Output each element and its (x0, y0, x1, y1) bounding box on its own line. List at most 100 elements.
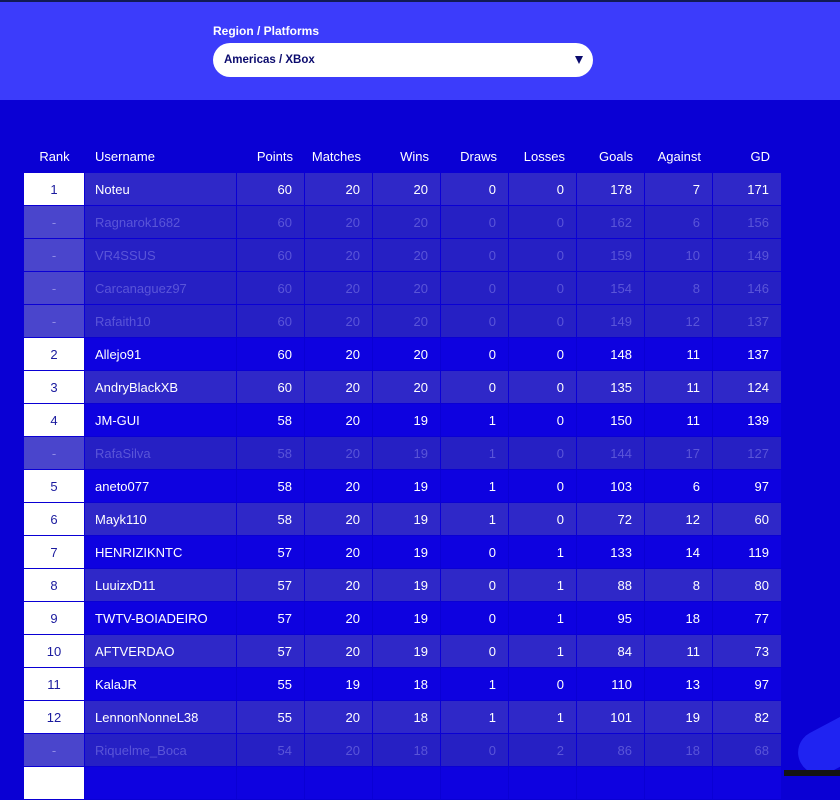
table-row[interactable]: 12 LennonNonneL38 55 20 18 1 1 101 19 82 (24, 701, 782, 734)
cell-wins: 19 (373, 536, 441, 569)
cell-rank: - (24, 734, 85, 767)
cell-rank: 3 (24, 371, 85, 404)
cell-losses: 0 (509, 470, 577, 503)
cell-username: Noteu (85, 173, 237, 206)
cell-draws: 0 (441, 272, 509, 305)
cell-wins (373, 767, 441, 800)
cell-draws: 0 (441, 173, 509, 206)
cell-losses: 1 (509, 701, 577, 734)
table-row[interactable]: - Carcanaguez97 60 20 20 0 0 154 8 146 (24, 272, 782, 305)
cell-points: 58 (237, 437, 305, 470)
cell-against: 13 (645, 668, 713, 701)
table-row[interactable]: 5 aneto077 58 20 19 1 0 103 6 97 (24, 470, 782, 503)
table-row[interactable]: 6 Mayk110 58 20 19 1 0 72 12 60 (24, 503, 782, 536)
table-row[interactable]: 7 HENRIZIKNTC 57 20 19 0 1 133 14 119 (24, 536, 782, 569)
cell-username (85, 767, 237, 800)
cell-wins: 19 (373, 569, 441, 602)
cell-wins: 19 (373, 404, 441, 437)
cell-gd: 68 (713, 734, 782, 767)
cell-matches: 20 (305, 404, 373, 437)
cell-gd: 156 (713, 206, 782, 239)
cell-wins: 20 (373, 305, 441, 338)
cell-losses: 0 (509, 503, 577, 536)
cell-goals: 148 (577, 338, 645, 371)
cell-username: AFTVERDAO (85, 635, 237, 668)
table-row[interactable]: 10 AFTVERDAO 57 20 19 0 1 84 11 73 (24, 635, 782, 668)
cell-points: 54 (237, 734, 305, 767)
cell-username: TWTV-BOIADEIRO (85, 602, 237, 635)
cell-losses: 0 (509, 371, 577, 404)
cell-username: Riquelme_Boca (85, 734, 237, 767)
column-header-goals: Goals (599, 149, 633, 164)
cell-username: aneto077 (85, 470, 237, 503)
cell-draws: 1 (441, 668, 509, 701)
region-platform-label: Region / Platforms (213, 24, 320, 38)
cell-gd: 73 (713, 635, 782, 668)
cell-points: 60 (237, 272, 305, 305)
table-row[interactable]: - Rafaith10 60 20 20 0 0 149 12 137 (24, 305, 782, 338)
cell-wins: 19 (373, 602, 441, 635)
column-header-points: Points (256, 149, 293, 164)
cell-username: Mayk110 (85, 503, 237, 536)
table-row[interactable]: 2 Allejo91 60 20 20 0 0 148 11 137 (24, 338, 782, 371)
cell-against: 11 (645, 404, 713, 437)
cell-rank: 2 (24, 338, 85, 371)
cell-rank: 1 (24, 173, 85, 206)
table-header-row: Rank Username Points Matches Wins Draws … (24, 141, 782, 173)
cell-against: 11 (645, 635, 713, 668)
table-row[interactable]: - Ragnarok1682 60 20 20 0 0 162 6 156 (24, 206, 782, 239)
cell-matches: 20 (305, 371, 373, 404)
cell-wins: 19 (373, 437, 441, 470)
table-row[interactable]: 1 Noteu 60 20 20 0 0 178 7 171 (24, 173, 782, 206)
cell-losses: 0 (509, 338, 577, 371)
cell-draws: 1 (441, 701, 509, 734)
cell-draws: 0 (441, 338, 509, 371)
cell-goals: 162 (577, 206, 645, 239)
leaderboard-table: Rank Username Points Matches Wins Draws … (24, 141, 782, 800)
cell-draws: 0 (441, 635, 509, 668)
cell-draws: 0 (441, 602, 509, 635)
cell-gd: 146 (713, 272, 782, 305)
cell-against: 18 (645, 602, 713, 635)
table-row[interactable] (24, 767, 782, 800)
cell-goals: 86 (577, 734, 645, 767)
cell-points: 60 (237, 173, 305, 206)
cell-matches: 20 (305, 569, 373, 602)
cell-against: 6 (645, 206, 713, 239)
column-header-username: Username (95, 149, 155, 164)
cell-points: 57 (237, 635, 305, 668)
cell-draws: 0 (441, 569, 509, 602)
table-row[interactable]: 8 LuuizxD11 57 20 19 0 1 88 8 80 (24, 569, 782, 602)
cell-goals: 149 (577, 305, 645, 338)
table-row[interactable]: 9 TWTV-BOIADEIRO 57 20 19 0 1 95 18 77 (24, 602, 782, 635)
cell-username: VR4SSUS (85, 239, 237, 272)
cell-goals: 95 (577, 602, 645, 635)
table-row[interactable]: 11 KalaJR 55 19 18 1 0 110 13 97 (24, 668, 782, 701)
cell-gd: 80 (713, 569, 782, 602)
cell-wins: 20 (373, 371, 441, 404)
cell-losses: 0 (509, 668, 577, 701)
cell-matches: 20 (305, 503, 373, 536)
table-row[interactable]: - Riquelme_Boca 54 20 18 0 2 86 18 68 (24, 734, 782, 767)
table-row[interactable]: - VR4SSUS 60 20 20 0 0 159 10 149 (24, 239, 782, 272)
cell-goals: 103 (577, 470, 645, 503)
region-platform-select[interactable]: Americas / XBox (213, 43, 593, 77)
cell-goals: 72 (577, 503, 645, 536)
cell-rank: - (24, 206, 85, 239)
cell-username: Carcanaguez97 (85, 272, 237, 305)
table-row[interactable]: 3 AndryBlackXB 60 20 20 0 0 135 11 124 (24, 371, 782, 404)
table-row[interactable]: 4 JM-GUI 58 20 19 1 0 150 11 139 (24, 404, 782, 437)
cell-goals: 154 (577, 272, 645, 305)
cell-draws: 0 (441, 734, 509, 767)
cell-username: Rafaith10 (85, 305, 237, 338)
cell-points: 57 (237, 536, 305, 569)
cell-gd: 97 (713, 668, 782, 701)
cell-matches: 20 (305, 602, 373, 635)
cell-goals: 135 (577, 371, 645, 404)
cell-goals: 101 (577, 701, 645, 734)
cell-draws: 1 (441, 404, 509, 437)
table-row[interactable]: - RafaSilva 58 20 19 1 0 144 17 127 (24, 437, 782, 470)
cell-points: 58 (237, 470, 305, 503)
cell-points: 60 (237, 371, 305, 404)
cell-matches: 20 (305, 338, 373, 371)
